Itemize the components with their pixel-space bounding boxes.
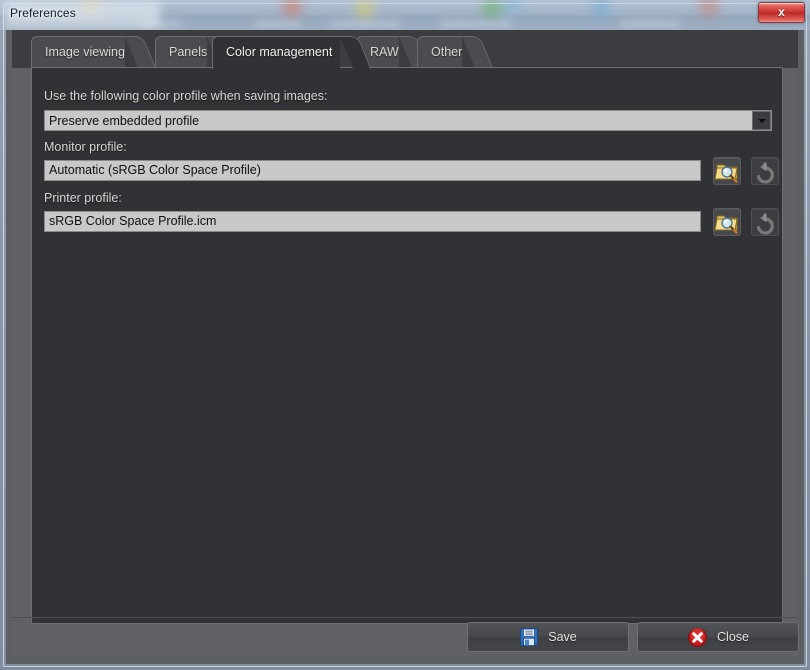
printer-profile-reset-button[interactable] xyxy=(751,208,779,236)
glass-blur-label xyxy=(440,20,512,28)
glass-blur-blob xyxy=(500,0,522,14)
glass-blur-blob xyxy=(700,0,718,16)
undo-arrow-icon xyxy=(756,162,774,184)
glass-blur-label xyxy=(620,20,680,28)
close-icon: x xyxy=(778,5,785,19)
chevron-down-icon[interactable] xyxy=(752,111,771,130)
title-bar: Preferences x xyxy=(0,0,810,30)
monitor-profile-reset-button[interactable] xyxy=(751,157,779,185)
tab-image-viewing[interactable]: Image viewing xyxy=(31,36,156,68)
caret-glyph xyxy=(757,118,766,123)
printer-profile-input[interactable]: sRGB Color Space Profile.icm xyxy=(44,211,701,232)
tab-label: RAW xyxy=(370,45,399,59)
glass-blur-blob xyxy=(356,0,374,18)
bottom-bar: Save Close xyxy=(12,618,799,658)
printer-profile-browse-button[interactable] xyxy=(713,208,741,236)
close-button-label: Close xyxy=(717,630,749,644)
glass-blur-label xyxy=(255,20,301,28)
printer-profile-label: Printer profile: xyxy=(44,191,122,205)
close-button[interactable]: Close xyxy=(637,622,799,652)
window-title: Preferences xyxy=(10,6,76,20)
window-close-button[interactable]: x xyxy=(758,2,805,23)
floppy-disk-icon xyxy=(520,628,539,646)
tab-color-management[interactable]: Color management xyxy=(212,36,372,69)
undo-arrow-icon xyxy=(756,213,774,235)
app-body: Image viewing Panels Color management RA… xyxy=(12,30,799,658)
tab-label: Panels xyxy=(169,45,208,59)
folder-search-icon xyxy=(714,164,738,183)
save-button-label: Save xyxy=(548,630,577,644)
red-x-circle-icon xyxy=(688,627,708,647)
save-profile-combobox[interactable]: Preserve embedded profile xyxy=(44,110,772,131)
save-button[interactable]: Save xyxy=(467,622,629,652)
glass-blur-blob xyxy=(282,0,302,16)
glass-blur-label xyxy=(330,20,400,28)
color-management-panel: Use the following color profile when sav… xyxy=(31,67,783,624)
save-profile-label: Use the following color profile when sav… xyxy=(44,89,328,103)
tab-label: Other xyxy=(431,45,463,59)
monitor-profile-input[interactable]: Automatic (sRGB Color Space Profile) xyxy=(44,160,701,181)
tab-panels[interactable]: Panels xyxy=(155,36,239,68)
glass-blur-blob xyxy=(482,0,502,18)
tab-other[interactable]: Other xyxy=(417,36,494,68)
monitor-profile-browse-button[interactable] xyxy=(713,157,741,185)
client-area: Image viewing Panels Color management RA… xyxy=(6,30,804,664)
tab-strip: Image viewing Panels Color management RA… xyxy=(12,30,798,69)
save-profile-value: Preserve embedded profile xyxy=(49,113,200,128)
tab-label: Image viewing xyxy=(45,45,125,59)
tab-label: Color management xyxy=(226,45,333,59)
tab-slant xyxy=(462,36,494,68)
window-frame: Preferences x Image viewing Panels Color… xyxy=(0,0,810,670)
glass-blur-blob xyxy=(592,0,610,18)
tab-slant xyxy=(124,36,156,68)
monitor-profile-label: Monitor profile: xyxy=(44,140,127,154)
folder-search-icon xyxy=(714,215,738,234)
